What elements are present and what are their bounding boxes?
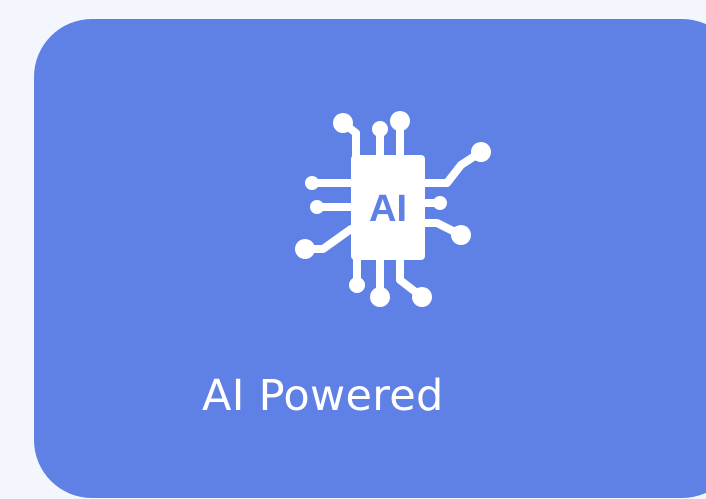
feature-label: AI Powered	[202, 371, 444, 421]
ai-chip-icon: AI	[279, 97, 499, 317]
ai-chip-icon-svg: AI	[295, 111, 491, 307]
ai-chip-icon-text: AI	[369, 188, 407, 230]
feature-card-ai-powered: AI AI Powered	[34, 19, 706, 498]
